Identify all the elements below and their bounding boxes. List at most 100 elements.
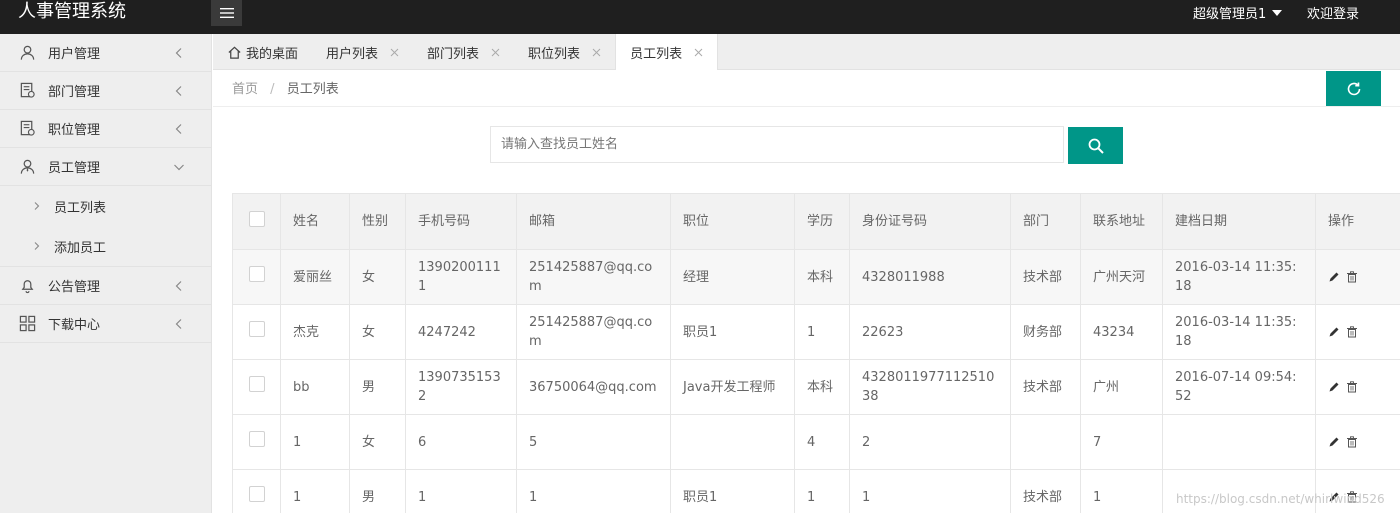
user-menu[interactable]: 超级管理员1 xyxy=(1193,3,1283,22)
refresh-icon xyxy=(1347,82,1360,95)
logout-link[interactable]: 欢迎登录 xyxy=(1307,3,1359,22)
row-checkbox[interactable] xyxy=(248,431,265,447)
chevron-left-icon xyxy=(175,124,182,134)
tab-label: 我的桌面 xyxy=(246,46,299,62)
column-header: 身份证号码 xyxy=(849,193,1011,250)
table-cell-address: 广州天河 xyxy=(1080,249,1163,305)
sidebar-item-employees[interactable]: 员工管理 xyxy=(0,148,211,186)
column-header: 邮箱 xyxy=(516,193,671,250)
chevron-left-icon xyxy=(175,281,182,291)
sidebar-subitem-label: 添加员工 xyxy=(54,240,107,256)
table-cell-education: 本科 xyxy=(794,359,850,415)
table-cell-education: 1 xyxy=(794,304,850,360)
table-cell-created: 2016-03-14 11:35:18 xyxy=(1162,249,1316,305)
table-cell-department: 财务部 xyxy=(1010,304,1081,360)
sidebar-item-users[interactable]: 用户管理 xyxy=(0,34,211,72)
select-all-checkbox[interactable] xyxy=(248,210,265,227)
table-cell-position: 职员1 xyxy=(670,469,795,513)
sidebar-item-announcements[interactable]: 公告管理 xyxy=(0,267,211,305)
sidebar-subitem-add-employee[interactable]: 添加员工 xyxy=(0,226,211,266)
breadcrumb-current: 员工列表 xyxy=(286,82,339,97)
announcement-icon xyxy=(18,277,36,295)
sidebar-item-label: 用户管理 xyxy=(48,47,101,62)
tab-position-list[interactable]: 职位列表 xyxy=(514,34,615,70)
search-button[interactable] xyxy=(1068,127,1123,164)
table-cell-address: 广州 xyxy=(1080,359,1163,415)
edit-icon[interactable] xyxy=(1328,381,1340,393)
department-icon xyxy=(18,82,36,100)
tab-department-list[interactable]: 部门列表 xyxy=(413,34,514,70)
table-cell-education: 1 xyxy=(794,469,850,513)
table-cell-email: 5 xyxy=(516,414,671,470)
column-header: 手机号码 xyxy=(405,193,517,250)
sidebar-item-label: 下载中心 xyxy=(48,318,101,333)
edit-icon[interactable] xyxy=(1328,326,1340,338)
sidebar-item-departments[interactable]: 部门管理 xyxy=(0,72,211,110)
table-cell-gender: 女 xyxy=(349,414,406,470)
edit-icon[interactable] xyxy=(1328,271,1340,283)
delete-icon[interactable] xyxy=(1346,326,1358,338)
table-cell-name: 爱丽丝 xyxy=(280,249,350,305)
table-row: 杰克女 4247242 251425887@qq.com 职员1 1 22623 财务部 43… xyxy=(232,304,1400,360)
search-input[interactable] xyxy=(490,126,1064,163)
user-name: 超级管理员1 xyxy=(1193,7,1267,22)
table-cell-phone: 4247242 xyxy=(405,304,517,360)
tab-bar: 我的桌面 用户列表 部门列表 职位列表 员工列表 xyxy=(213,34,1400,70)
table-cell-id-card: 2 xyxy=(849,414,1011,470)
table-cell-address: 7 xyxy=(1080,414,1163,470)
tab-desktop[interactable]: 我的桌面 xyxy=(213,34,312,70)
refresh-button[interactable] xyxy=(1326,71,1381,106)
sidebar-item-label: 职位管理 xyxy=(48,123,101,138)
row-checkbox[interactable] xyxy=(248,376,265,392)
edit-icon[interactable] xyxy=(1328,436,1340,448)
table-row: bb 男 13907351532 36750064@qq.com Java开发工程师 本科… xyxy=(232,359,1400,415)
table-cell-position: 职员1 xyxy=(670,304,795,360)
download-center-icon xyxy=(18,315,36,333)
table-cell-education: 本科 xyxy=(794,249,850,305)
row-checkbox[interactable] xyxy=(248,266,265,282)
row-checkbox[interactable] xyxy=(248,486,265,502)
table-row: 1女65 42 7 xyxy=(232,414,1400,470)
chevron-down-icon xyxy=(174,164,184,171)
row-select-cell xyxy=(232,414,281,470)
delete-icon[interactable] xyxy=(1346,271,1358,283)
table-cell-id-card: 4328011988 xyxy=(849,249,1011,305)
table-cell-phone: 1 xyxy=(405,469,517,513)
close-icon[interactable] xyxy=(694,48,703,57)
caret-down-icon xyxy=(1272,9,1283,16)
breadcrumb-separator: / xyxy=(270,82,275,97)
close-icon[interactable] xyxy=(390,48,399,57)
close-icon[interactable] xyxy=(592,48,601,57)
breadcrumb-home[interactable]: 首页 xyxy=(232,82,258,97)
table-cell-id-card: 1 xyxy=(849,469,1011,513)
sidebar-item-label: 公告管理 xyxy=(48,280,101,295)
menu-toggle-button[interactable] xyxy=(211,0,242,26)
employee-table: 姓名 性别 手机号码 邮箱 职位 学历 身份证号码 部门 联系地址 建档日期 操… xyxy=(232,193,1400,513)
tab-employee-list[interactable]: 员工列表 xyxy=(615,34,719,70)
table-cell-department xyxy=(1010,414,1081,470)
chevron-left-icon xyxy=(175,319,182,329)
tab-label: 职位列表 xyxy=(528,46,581,62)
chevron-left-icon xyxy=(175,48,182,58)
row-select-cell xyxy=(232,359,281,415)
column-header: 姓名 xyxy=(280,193,350,250)
tab-user-list[interactable]: 用户列表 xyxy=(312,34,413,70)
employee-submenu: 员工列表 添加员工 xyxy=(0,186,211,267)
sidebar-subitem-employee-list[interactable]: 员工列表 xyxy=(0,186,211,226)
table-cell-actions xyxy=(1315,249,1400,305)
employee-icon xyxy=(18,158,36,176)
close-icon[interactable] xyxy=(491,48,500,57)
table-cell-actions xyxy=(1315,414,1400,470)
sidebar-item-positions[interactable]: 职位管理 xyxy=(0,110,211,148)
table-cell-id-card: 432801197711251038 xyxy=(849,359,1011,415)
row-checkbox[interactable] xyxy=(248,321,265,337)
table-cell-email: 36750064@qq.com xyxy=(516,359,671,415)
delete-icon[interactable] xyxy=(1346,436,1358,448)
sidebar-item-downloads[interactable]: 下载中心 xyxy=(0,305,211,343)
column-header: 操作 xyxy=(1315,193,1400,250)
chevron-right-icon xyxy=(34,242,40,250)
tab-label: 用户列表 xyxy=(326,46,379,62)
table-cell-gender: 女 xyxy=(349,304,406,360)
delete-icon[interactable] xyxy=(1346,381,1358,393)
table-cell-name: 杰克 xyxy=(280,304,350,360)
